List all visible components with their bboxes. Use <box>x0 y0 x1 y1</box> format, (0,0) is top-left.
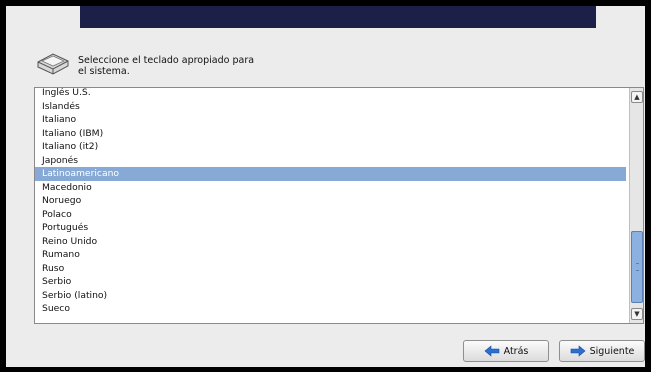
scroll-thumb[interactable] <box>631 231 643 303</box>
scroll-down-button[interactable]: ▼ <box>631 308 643 320</box>
list-item[interactable]: Inglés U.S. <box>35 88 626 100</box>
list-item[interactable]: Serbio <box>35 275 626 289</box>
keyboard-list-items: Inglés U.S. Islandés Italiano Italiano (IBM… <box>35 88 626 316</box>
back-button-label: Atrás <box>503 345 529 357</box>
arrow-left-icon <box>484 345 499 357</box>
keyboard-layout-list[interactable]: Inglés U.S. Islandés Italiano Italiano (IBM… <box>34 87 644 324</box>
list-item[interactable]: Ruso <box>35 262 626 276</box>
list-item[interactable]: Sueco <box>35 302 626 316</box>
keyboard-key-icon <box>37 53 69 75</box>
prompt-line-1: Seleccione el teclado apropiado para <box>78 55 255 66</box>
prompt-line-2: el sistema. <box>78 66 130 77</box>
list-item[interactable]: Rumano <box>35 248 626 262</box>
list-item[interactable]: Reino Unido <box>35 235 626 249</box>
list-item[interactable]: Italiano (it2) <box>35 140 626 154</box>
vertical-scrollbar[interactable]: ▲ ▼ <box>629 88 643 323</box>
list-item-selected[interactable]: Latinoamericano <box>35 167 626 181</box>
next-button-label: Siguiente <box>589 345 635 357</box>
list-item[interactable]: Noruego <box>35 194 626 208</box>
list-item[interactable]: Islandés <box>35 100 626 114</box>
list-item[interactable]: Macedonio <box>35 181 626 195</box>
back-button[interactable]: Atrás <box>463 340 549 362</box>
arrow-right-icon <box>570 345 586 357</box>
next-button[interactable]: Siguiente <box>559 340 645 362</box>
list-item[interactable]: Portugués <box>35 221 626 235</box>
list-item[interactable]: Polaco <box>35 208 626 222</box>
list-item[interactable]: Serbio (latino) <box>35 289 626 303</box>
header-banner <box>80 6 596 28</box>
scroll-grip-icon <box>636 263 639 271</box>
prompt-text: Seleccione el teclado apropiado para el … <box>78 55 338 77</box>
installer-window: Seleccione el teclado apropiado para el … <box>6 6 645 367</box>
list-item[interactable]: Italiano (IBM) <box>35 127 626 141</box>
list-item[interactable]: Italiano <box>35 113 626 127</box>
list-item[interactable]: Japonés <box>35 154 626 168</box>
scroll-up-button[interactable]: ▲ <box>631 91 643 103</box>
